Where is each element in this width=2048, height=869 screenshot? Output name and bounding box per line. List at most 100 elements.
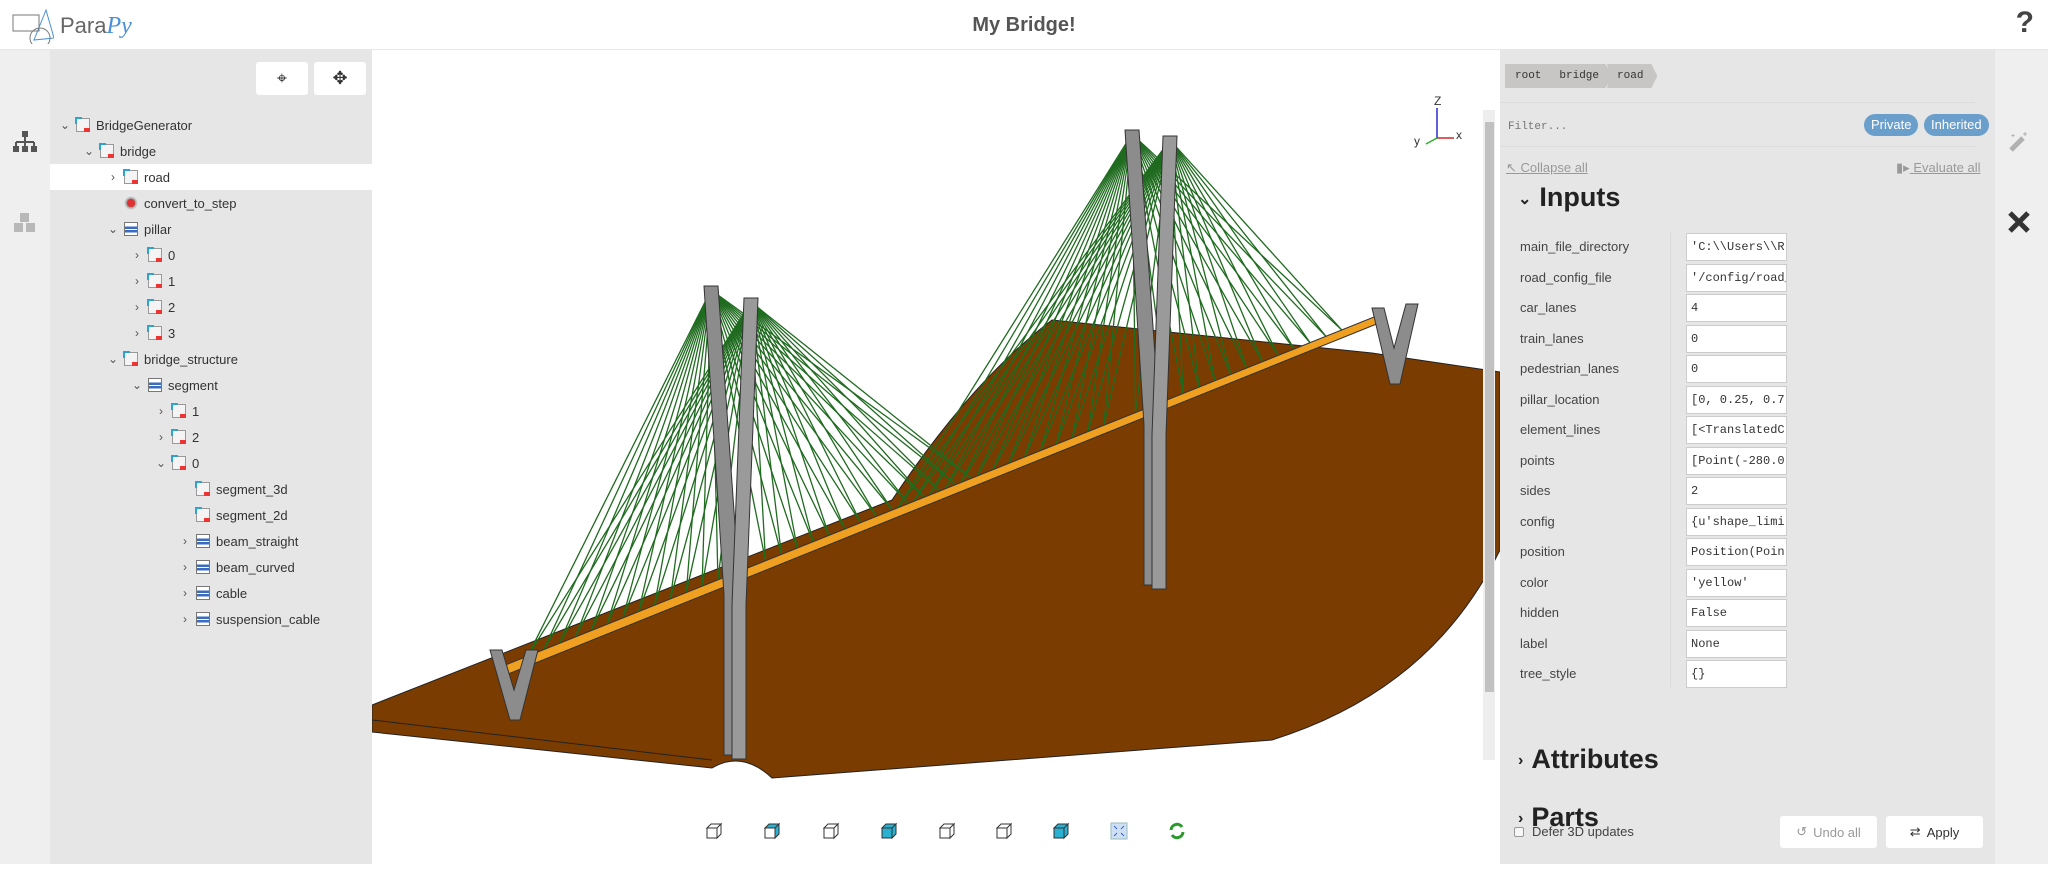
- view-iso-button[interactable]: [1052, 822, 1070, 840]
- input-value-field[interactable]: 'yellow': [1686, 568, 1787, 597]
- stay-cable: [750, 301, 862, 523]
- chevron-right-icon[interactable]: ›: [106, 170, 120, 184]
- object-icon: [75, 117, 90, 132]
- chevron-down-icon[interactable]: ⌄: [106, 222, 120, 236]
- tree-item[interactable]: convert_to_step: [50, 190, 372, 216]
- tree-item[interactable]: › cable: [50, 580, 372, 606]
- apply-label: Apply: [1926, 824, 1960, 840]
- object-icon: [147, 273, 162, 288]
- fit-all-button[interactable]: [1110, 822, 1128, 840]
- chevron-right-icon[interactable]: ›: [130, 326, 144, 340]
- magic-wand-icon[interactable]: [2007, 130, 2031, 161]
- chevron-down-icon[interactable]: ⌄: [82, 144, 96, 158]
- input-value-field[interactable]: None: [1686, 629, 1787, 658]
- attributes-section-header[interactable]: › Attributes: [1518, 744, 1659, 775]
- chevron-right-icon[interactable]: ›: [130, 274, 144, 288]
- collapse-all-link[interactable]: ↖ Collapse all: [1506, 160, 1588, 176]
- collapse-tree-button[interactable]: ✥: [314, 62, 366, 95]
- checkbox[interactable]: [1514, 826, 1524, 837]
- undo-all-button[interactable]: ↺ Undo all: [1780, 816, 1877, 848]
- chevron-right-icon[interactable]: ›: [130, 248, 144, 262]
- input-value-field[interactable]: [Point(-280.0: [1686, 446, 1787, 475]
- tree-item[interactable]: ⌄ BridgeGenerator: [50, 112, 372, 138]
- filter-input[interactable]: [1508, 116, 1808, 138]
- tree-item[interactable]: ⌄ bridge_structure: [50, 346, 372, 372]
- 3d-viewport[interactable]: Z y x: [371, 50, 1501, 864]
- view-left-button[interactable]: [938, 822, 956, 840]
- tree-item[interactable]: › 2: [50, 294, 372, 320]
- tree-item[interactable]: ⌄ segment: [50, 372, 372, 398]
- view-top-button[interactable]: [763, 822, 781, 840]
- input-value-field[interactable]: {u'shape_limi: [1686, 507, 1787, 536]
- tree-item[interactable]: › 2: [50, 424, 372, 450]
- input-value-field[interactable]: 2: [1686, 477, 1787, 505]
- tree-item[interactable]: › 0: [50, 242, 372, 268]
- input-value-field[interactable]: 'C:\\Users\\R: [1686, 233, 1787, 261]
- cubes-icon[interactable]: [12, 212, 38, 241]
- sequence-icon: [196, 534, 210, 548]
- input-label: pillar_location: [1520, 391, 1600, 407]
- sequence-icon: [124, 222, 138, 236]
- stay-cable: [1169, 139, 1327, 337]
- input-value-field[interactable]: [<TranslatedC: [1686, 416, 1787, 444]
- breadcrumb-root[interactable]: root: [1505, 64, 1556, 88]
- tree-item[interactable]: ⌄ 0: [50, 450, 372, 476]
- inputs-section-header[interactable]: ⌄ Inputs: [1518, 182, 1620, 213]
- view-back-button[interactable]: [880, 822, 898, 840]
- chevron-right-icon[interactable]: ›: [178, 560, 192, 574]
- tree-item-label: 3: [168, 325, 176, 341]
- help-icon[interactable]: ?: [2016, 6, 2034, 40]
- tree-item[interactable]: › 3: [50, 320, 372, 346]
- tree-item[interactable]: › 1: [50, 268, 372, 294]
- input-value-field[interactable]: 0: [1686, 324, 1787, 353]
- chevron-right-icon[interactable]: ›: [178, 586, 192, 600]
- chevron-right-icon[interactable]: ›: [178, 534, 192, 548]
- chevron-down-icon[interactable]: ⌄: [154, 456, 168, 470]
- properties-scrollbar[interactable]: [1483, 110, 1495, 760]
- chevron-down-icon[interactable]: ⌄: [58, 118, 72, 132]
- tree-item[interactable]: ⌄ pillar: [50, 216, 372, 242]
- input-value-field[interactable]: '/config/road_: [1686, 263, 1787, 292]
- chevron-down-icon[interactable]: ⌄: [106, 352, 120, 366]
- tree-item[interactable]: ⌄ bridge: [50, 138, 372, 164]
- input-value-field[interactable]: [0, 0.25, 0.7: [1686, 385, 1787, 414]
- tree-item[interactable]: › beam_straight: [50, 528, 372, 554]
- tree-item[interactable]: segment_3d: [50, 476, 372, 502]
- stay-cable: [750, 301, 925, 498]
- input-value-field[interactable]: Position(Poin: [1686, 538, 1787, 566]
- locate-button[interactable]: ⌖: [256, 62, 308, 95]
- view-right-button[interactable]: [822, 822, 840, 840]
- tree-item[interactable]: › 1: [50, 398, 372, 424]
- tools-icon[interactable]: [2007, 210, 2031, 241]
- scrollbar-thumb[interactable]: [1485, 122, 1494, 692]
- input-row: main_file_directory 'C:\\Users\\R: [1520, 232, 1880, 262]
- tree-item[interactable]: › beam_curved: [50, 554, 372, 580]
- input-value-field[interactable]: 0: [1686, 355, 1787, 383]
- bridge-3d-model[interactable]: [371, 50, 1501, 864]
- object-icon: [147, 325, 162, 340]
- chevron-right-icon[interactable]: ›: [154, 430, 168, 444]
- chevron-right-icon[interactable]: ›: [130, 300, 144, 314]
- inherited-toggle[interactable]: Inherited: [1924, 114, 1989, 136]
- private-toggle[interactable]: Private: [1864, 114, 1919, 136]
- refresh-button[interactable]: [1168, 822, 1186, 840]
- sequence-icon: [196, 586, 210, 600]
- tree-item[interactable]: › road: [50, 164, 372, 190]
- chevron-right-icon[interactable]: ›: [154, 404, 168, 418]
- defer-3d-updates-checkbox[interactable]: Defer 3D updates: [1514, 824, 1634, 839]
- chevron-right-icon[interactable]: ›: [178, 612, 192, 626]
- tree-hierarchy-icon[interactable]: [12, 130, 38, 161]
- chevron-down-icon[interactable]: ⌄: [130, 378, 144, 392]
- input-value-field[interactable]: False: [1686, 599, 1787, 627]
- input-value-field[interactable]: {}: [1686, 660, 1787, 688]
- tree-item[interactable]: segment_2d: [50, 502, 372, 528]
- input-row: position Position(Poin: [1520, 537, 1880, 567]
- tree-item[interactable]: › suspension_cable: [50, 606, 372, 632]
- breadcrumb-road[interactable]: road: [1607, 64, 1658, 88]
- breadcrumb-bridge[interactable]: bridge: [1549, 64, 1614, 88]
- view-bottom-button[interactable]: [995, 822, 1013, 840]
- evaluate-all-link[interactable]: ▮▸ Evaluate all: [1896, 160, 1981, 176]
- input-value-field[interactable]: 4: [1686, 294, 1787, 322]
- view-front-button[interactable]: [705, 822, 723, 840]
- apply-button[interactable]: ⇄ Apply: [1886, 816, 1983, 848]
